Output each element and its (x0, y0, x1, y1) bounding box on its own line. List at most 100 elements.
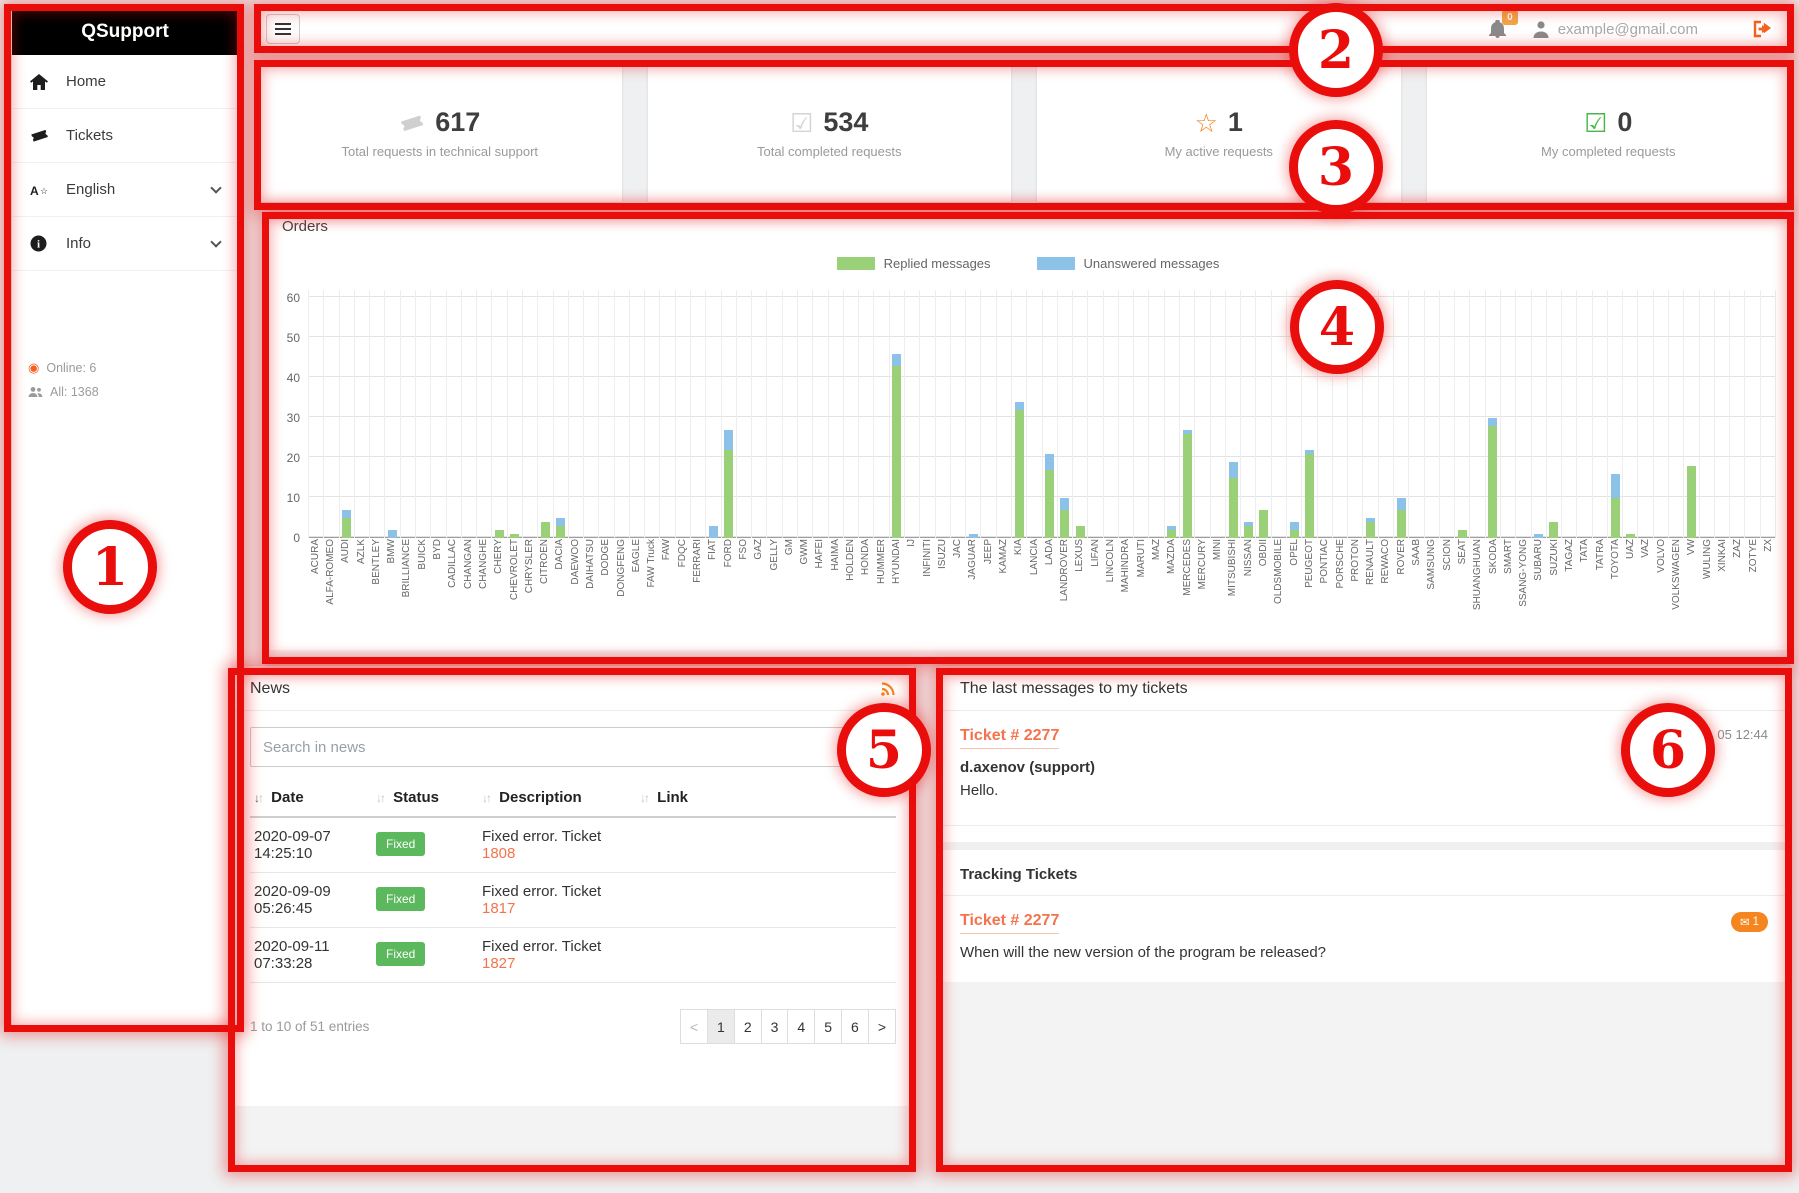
sidebar-item-info[interactable]: iInfo (12, 217, 238, 271)
search-input[interactable] (250, 727, 896, 767)
chart-column (1042, 290, 1057, 538)
chevron-down-icon (210, 182, 221, 193)
sidebar-item-tickets[interactable]: Tickets (12, 109, 238, 163)
chart-column (1683, 290, 1698, 538)
chart-column (1424, 290, 1439, 538)
ticket-number-link[interactable]: 1817 (482, 900, 515, 917)
x-tick-label: MITSUBISHI (1228, 539, 1238, 596)
x-tick-label: MAHINDRA (1121, 539, 1131, 592)
bar-SUZUKI (1549, 522, 1558, 538)
page-next-button[interactable]: > (868, 1009, 896, 1044)
page-button-6[interactable]: 6 (841, 1009, 869, 1044)
chart-column (1072, 290, 1087, 538)
x-tick-label: JEEP (984, 539, 994, 564)
user-icon (1532, 20, 1550, 38)
chart-column (721, 290, 736, 538)
sidebar: QSupport HomeTicketsA☆EnglishiInfo ◉ Onl… (12, 8, 238, 1026)
page-button-3[interactable]: 3 (761, 1009, 789, 1044)
x-tick: TAGAZ (1562, 539, 1577, 651)
cell-link (636, 928, 896, 983)
replied-bar-segment (892, 366, 901, 538)
sort-icon: ↓↑ (376, 791, 384, 805)
chart-column (430, 290, 445, 538)
chart-column (323, 290, 338, 538)
ticket-number-link[interactable]: 1808 (482, 845, 515, 862)
unanswered-bar-segment (556, 518, 565, 526)
legend-label: Replied messages (884, 256, 991, 271)
bar-BMW (388, 530, 397, 538)
chart-column (369, 290, 384, 538)
x-tick: SCION (1440, 539, 1455, 651)
x-tick: HAFEI (813, 539, 828, 651)
page-button-2[interactable]: 2 (734, 1009, 762, 1044)
page-button-1[interactable]: 1 (707, 1009, 735, 1044)
x-tick-label: FSO (739, 539, 749, 560)
chart-column (1362, 290, 1377, 538)
x-tick: LANCIA (1027, 539, 1042, 651)
page-prev-button[interactable]: < (680, 1009, 708, 1044)
x-tick: SKODA (1486, 539, 1501, 651)
bar-AUDI (342, 510, 351, 538)
page-button-5[interactable]: 5 (814, 1009, 842, 1044)
x-tick-label: TATRA (1596, 539, 1606, 570)
column-header-date[interactable]: ↓↑ Date (250, 781, 372, 817)
chart-column (1607, 290, 1622, 538)
x-tick-label: CHANGHE (479, 539, 489, 589)
svg-text:A: A (30, 184, 39, 197)
chart-column (1699, 290, 1714, 538)
x-tick: XINKAI (1715, 539, 1730, 651)
user-menu[interactable]: example@gmail.com (1532, 20, 1698, 38)
chart-column (1378, 290, 1393, 538)
sidebar-item-home[interactable]: Home (12, 55, 238, 109)
rss-icon[interactable] (880, 681, 896, 697)
chart-column (690, 290, 705, 538)
x-tick: KIA (1012, 539, 1027, 651)
x-tick-label: FORD (724, 539, 734, 567)
ticket-number-link[interactable]: 1827 (482, 955, 515, 972)
x-tick-label: WULING (1703, 539, 1713, 579)
x-tick: HONDA (859, 539, 874, 651)
home-icon (30, 74, 52, 90)
cell-date: 2020-09-09 05:26:45 (250, 873, 372, 928)
x-tick-label: INFINITI (923, 539, 933, 577)
logout-button[interactable] (1752, 19, 1774, 39)
x-tick-label: MERCURY (1198, 539, 1208, 589)
x-tick: HAIMA (828, 539, 843, 651)
chart-column (1087, 290, 1102, 538)
stat-card: ☆1My active requests (1037, 64, 1401, 202)
x-tick-label: TAGAZ (1565, 539, 1575, 572)
chart-column (415, 290, 430, 538)
chart-column (1317, 290, 1332, 538)
x-tick-label: RENAULT (1366, 539, 1376, 585)
stat-value: 1 (1228, 107, 1243, 138)
column-header-status[interactable]: ↓↑ Status (372, 781, 478, 817)
x-tick: MAZ (1149, 539, 1164, 651)
x-tick-label: CHANGAN (464, 539, 474, 589)
bar-VW (1687, 466, 1696, 538)
replied-bar-segment (1458, 530, 1467, 538)
news-title: News (250, 680, 290, 698)
sidebar-item-english[interactable]: A☆English (12, 163, 238, 217)
menu-toggle-button[interactable] (266, 14, 300, 44)
x-tick-label: KIA (1014, 539, 1024, 555)
chart-column (659, 290, 674, 538)
chart-column (1133, 290, 1148, 538)
replied-bar-segment (1076, 526, 1085, 538)
replied-bar-segment (1611, 498, 1620, 538)
tracking-ticket-link[interactable]: Ticket # 2277 (960, 912, 1059, 934)
cell-description: Fixed error. Ticket 1827 (478, 928, 636, 983)
x-tick-label: KAMAZ (999, 539, 1009, 573)
notifications-button[interactable]: 0 (1489, 20, 1506, 38)
column-header-description[interactable]: ↓↑ Description (478, 781, 636, 817)
bar-FORD (724, 430, 733, 538)
chart-column (1439, 290, 1454, 538)
page-button-4[interactable]: 4 (787, 1009, 815, 1044)
news-panel: News ↓↑ Date↓↑ Status↓↑ Description↓↑ Li… (232, 666, 914, 1166)
x-tick: SEAT (1455, 539, 1470, 651)
x-tick: DAIHATSU (583, 539, 598, 651)
column-header-link[interactable]: ↓↑ Link (636, 781, 896, 817)
ticket-link[interactable]: Ticket # 2277 (960, 727, 1059, 749)
x-tick: SMART (1501, 539, 1516, 651)
x-tick: TATRA (1593, 539, 1608, 651)
news-table: ↓↑ Date↓↑ Status↓↑ Description↓↑ Link 20… (250, 781, 896, 983)
